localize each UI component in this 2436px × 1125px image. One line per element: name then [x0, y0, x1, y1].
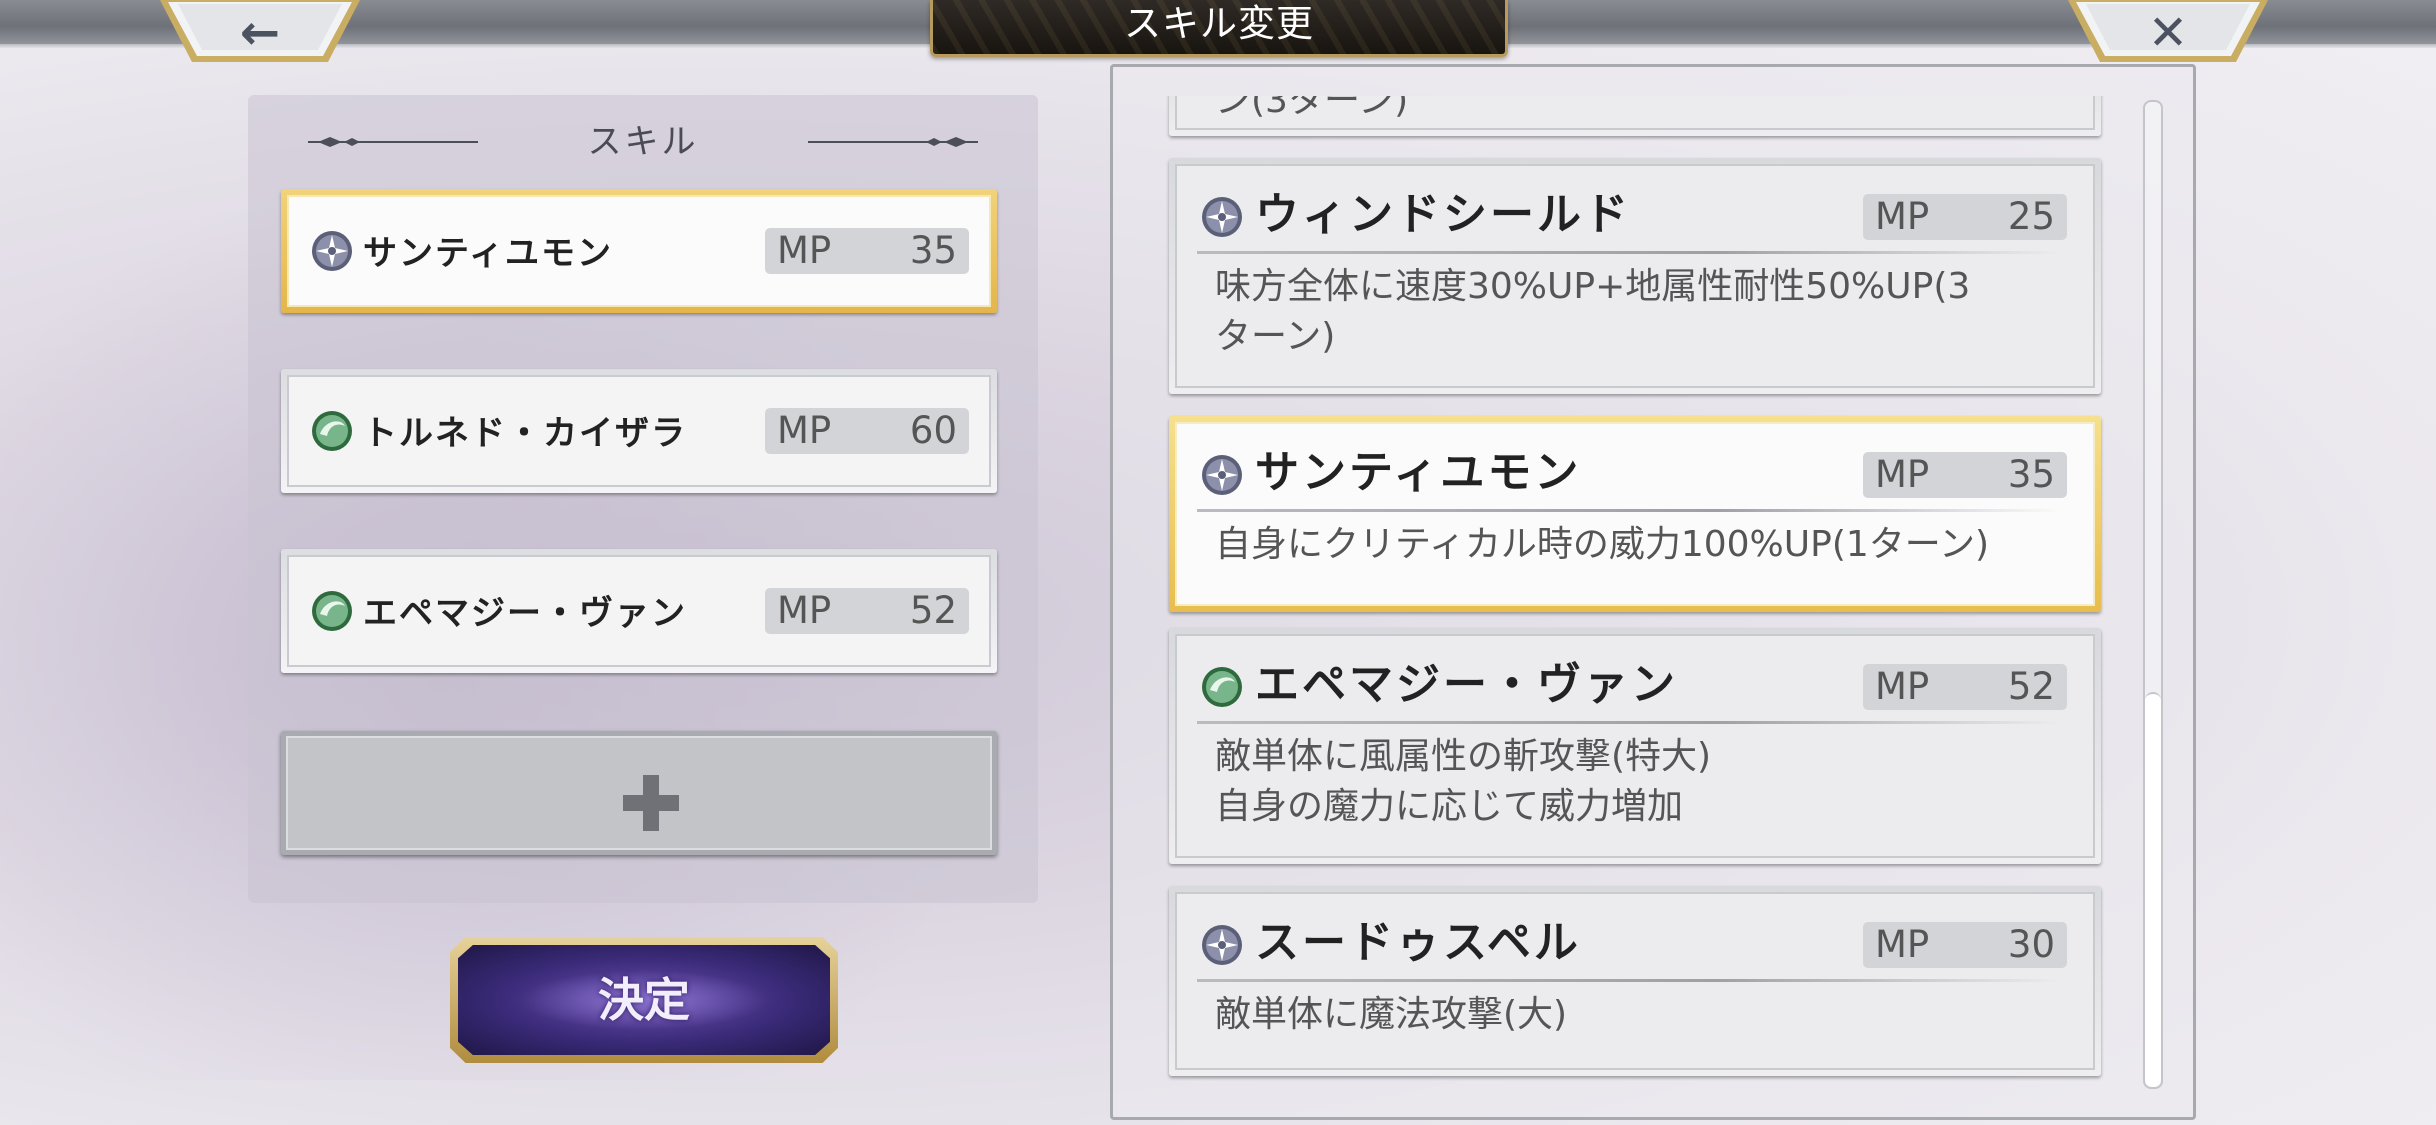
back-button[interactable]: ← [160, 0, 360, 70]
divider [1197, 721, 2061, 724]
skill-card[interactable]: ウィンドシールド MP 25 味方全体に速度30%UP+地属性耐性50%UP(3… [1169, 158, 2101, 394]
skill-card[interactable]: ン(3ターン) [1169, 96, 2101, 136]
equipped-skills-panel: スキル サンティユモン MP 35 トルネド・カイザラ MP 60 エペマジー・… [248, 95, 1038, 903]
skill-name: エペマジー・ヴァン [363, 593, 687, 634]
equipped-skill-slot[interactable]: サンティユモン MP 35 [281, 189, 997, 313]
mp-cost: MP 35 [765, 228, 969, 274]
arcane-element-icon [1202, 197, 1242, 237]
skill-card[interactable]: サンティユモン MP 35 自身にクリティカル時の威力100%UP(1ターン) [1169, 416, 2101, 612]
skill-description: 敵単体に風属性の斬攻撃(特大) 自身の魔力に応じて威力増加 [1215, 736, 1712, 827]
wind-element-icon [1202, 667, 1242, 707]
skill-name: サンティユモン [1255, 447, 1582, 498]
divider [1197, 251, 2061, 254]
wind-element-icon [312, 411, 352, 451]
confirm-label: 決定 [598, 973, 690, 1027]
skill-name: スードゥスペル [1255, 917, 1581, 968]
back-arrow-icon: ← [239, 5, 281, 61]
mp-cost: MP 25 [1863, 194, 2067, 240]
skill-description: ン(3ターン) [1215, 96, 1409, 121]
skill-list[interactable]: ン(3ターン) ウィンドシールド MP 25 味方全体に速度30%UP+地属性耐… [1114, 96, 2184, 1096]
mp-cost: MP 52 [1863, 664, 2067, 710]
arcane-element-icon [1202, 925, 1242, 965]
equipped-skill-slot[interactable]: トルネド・カイザラ MP 60 [281, 369, 997, 493]
ornament-right-icon [808, 137, 978, 147]
plus-icon [623, 775, 679, 831]
scrollbar-thumb[interactable] [2145, 692, 2161, 1087]
mp-cost: MP 30 [1863, 922, 2067, 968]
skill-description: 味方全体に速度30%UP+地属性耐性50%UP(3 ターン) [1215, 266, 1971, 357]
equipped-skill-slot[interactable]: エペマジー・ヴァン MP 52 [281, 549, 997, 673]
skill-card[interactable]: エペマジー・ヴァン MP 52 敵単体に風属性の斬攻撃(特大) 自身の魔力に応じ… [1169, 628, 2101, 864]
confirm-button[interactable]: 決定 [450, 937, 838, 1063]
arcane-element-icon [312, 231, 352, 271]
page-title: スキル変更 [1124, 2, 1314, 45]
close-button[interactable]: ✕ [2068, 0, 2268, 70]
skill-name: サンティユモン [363, 233, 613, 274]
skill-description: 敵単体に魔法攻撃(大) [1215, 994, 1568, 1035]
wind-element-icon [312, 591, 352, 631]
close-icon: ✕ [2147, 5, 2189, 61]
scrollbar[interactable] [2143, 100, 2163, 1089]
skill-card[interactable]: スードゥスペル MP 30 敵単体に魔法攻撃(大) [1169, 886, 2101, 1076]
title-plate: スキル変更 [930, 0, 1508, 57]
skill-name: エペマジー・ヴァン [1255, 659, 1678, 710]
section-header: スキル [248, 119, 1038, 165]
arcane-element-icon [1202, 455, 1242, 495]
add-skill-slot-button[interactable] [281, 731, 997, 855]
mp-cost: MP 52 [765, 588, 969, 634]
mp-cost: MP 60 [765, 408, 969, 454]
skill-name: トルネド・カイザラ [363, 413, 687, 454]
divider [1197, 509, 2061, 512]
mp-cost: MP 35 [1863, 452, 2067, 498]
skill-name: ウィンドシールド [1255, 189, 1631, 240]
skill-description: 自身にクリティカル時の威力100%UP(1ターン) [1215, 524, 1990, 565]
divider [1197, 979, 2061, 982]
